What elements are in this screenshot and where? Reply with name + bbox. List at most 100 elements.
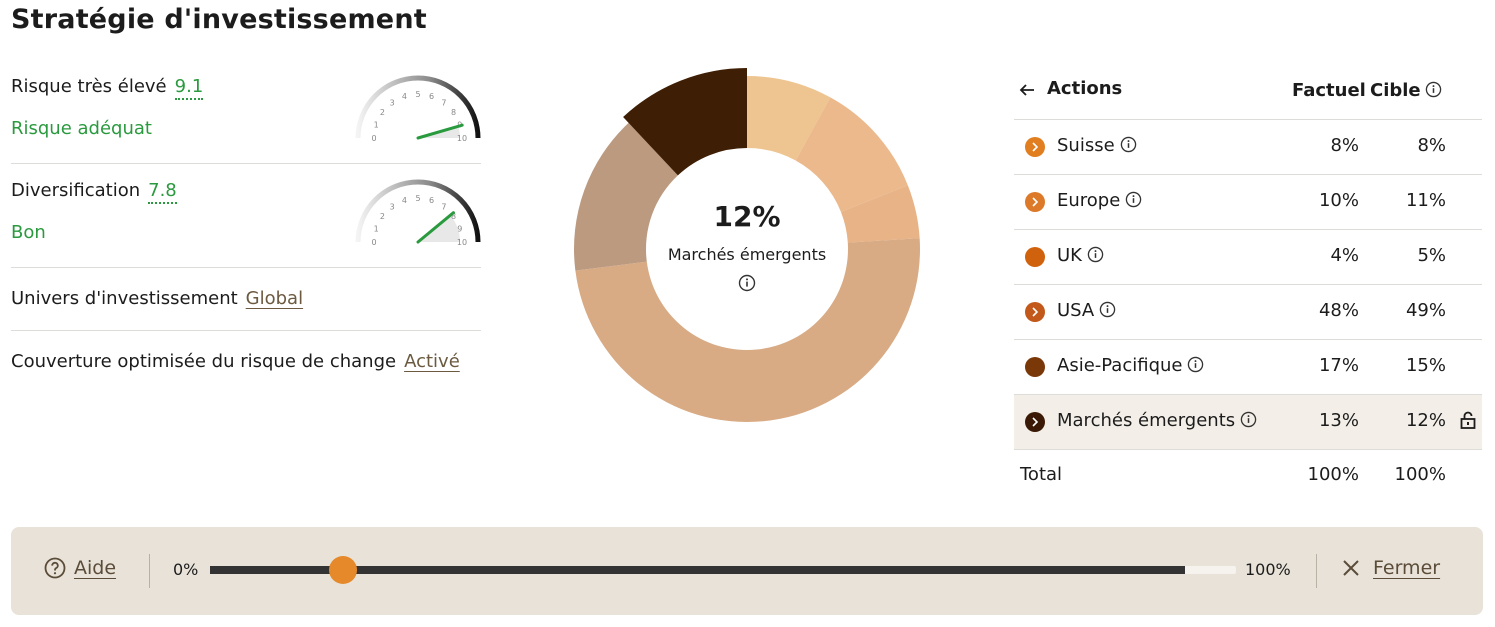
- info-icon[interactable]: [1240, 411, 1257, 428]
- table-header: Actions Factuel Cible: [1014, 68, 1482, 120]
- gauge-tick-label: 10: [457, 134, 467, 143]
- diversification-score[interactable]: 7.8: [148, 180, 177, 204]
- slider-track[interactable]: [210, 566, 1236, 574]
- diversification-label-text: Diversification: [11, 180, 141, 201]
- region-name-text: Asie-Pacifique: [1057, 355, 1183, 376]
- column-target-label: Cible: [1370, 80, 1421, 101]
- table-body: Suisse 8% 8% Europe 10% 11% UK 4% 5% USA 48% 49% Asi…: [1014, 120, 1482, 450]
- page-title: Stratégie d'investissement: [11, 4, 427, 35]
- risk-label-text: Risque très élevé: [11, 76, 167, 97]
- risk-label: Risque très élevé 9.1: [11, 76, 204, 100]
- divider: [1316, 554, 1317, 588]
- gauge-tick-label: 4: [402, 92, 407, 101]
- gauge-tick-label: 1: [374, 224, 379, 233]
- gauge-tick-label: 9: [457, 224, 462, 233]
- target-value[interactable]: 12%: [1406, 410, 1446, 431]
- chevron-right-icon: [1032, 417, 1039, 427]
- hedge-link[interactable]: Activé: [404, 351, 460, 372]
- total-actual: 100%: [1307, 464, 1359, 485]
- region-color-dot: [1025, 357, 1045, 377]
- region-color-dot: [1025, 412, 1045, 432]
- hedge-label-text: Couverture optimisée du risque de change: [11, 351, 397, 372]
- region-name: Europe: [1057, 190, 1142, 211]
- target-value[interactable]: 8%: [1417, 135, 1446, 156]
- info-icon[interactable]: [1425, 81, 1442, 98]
- unlock-icon[interactable]: [1460, 411, 1476, 429]
- risk-assessment: Risque adéquat: [11, 118, 152, 139]
- donut-center-value: 12%: [713, 200, 781, 233]
- info-icon[interactable]: [1187, 356, 1204, 373]
- slider-thumb[interactable]: [329, 556, 358, 584]
- table-total-row: Total 100% 100%: [1014, 450, 1482, 500]
- info-icon[interactable]: [1099, 301, 1116, 318]
- table-row[interactable]: Marchés émergents 13% 12%: [1014, 395, 1482, 450]
- help-button[interactable]: Aide: [44, 557, 116, 579]
- close-icon: [1343, 560, 1359, 576]
- gauge-tick-label: 10: [457, 238, 467, 247]
- info-icon[interactable]: [1125, 191, 1142, 208]
- info-icon[interactable]: [1087, 246, 1104, 263]
- region-name-text: Marchés émergents: [1057, 410, 1236, 431]
- region-name-text: Suisse: [1057, 135, 1115, 156]
- lock-toggle[interactable]: [1460, 411, 1476, 433]
- gauge-tick-label: 7: [441, 98, 446, 107]
- table-row[interactable]: UK 4% 5%: [1014, 230, 1482, 285]
- table-row[interactable]: Suisse 8% 8%: [1014, 120, 1482, 175]
- universe-label-text: Univers d'investissement: [11, 288, 238, 309]
- hedge-setting: Couverture optimisée du risque de change…: [11, 331, 481, 394]
- slider-min-label: 0%: [173, 560, 199, 579]
- risk-score[interactable]: 9.1: [174, 76, 204, 100]
- region-name: UK: [1057, 245, 1104, 266]
- actual-value: 48%: [1318, 300, 1359, 321]
- gauge-tick-label: 8: [451, 108, 456, 117]
- arrow-left-icon[interactable]: [1018, 82, 1036, 102]
- universe-setting: Univers d'investissement Global: [11, 268, 481, 331]
- actual-value: 4%: [1330, 245, 1359, 266]
- gauge-tick-label: 0: [371, 134, 376, 143]
- gauge-tick-label: 0: [371, 238, 376, 247]
- region-color-dot: [1025, 247, 1045, 267]
- slider-max-label: 100%: [1245, 560, 1291, 579]
- help-label: Aide: [74, 557, 117, 579]
- chevron-right-icon: [1032, 142, 1039, 152]
- target-value[interactable]: 11%: [1406, 190, 1446, 211]
- region-name: Marchés émergents: [1057, 410, 1257, 431]
- table-row[interactable]: Asie-Pacifique 17% 15%: [1014, 340, 1482, 395]
- actual-value: 8%: [1330, 135, 1359, 156]
- diversification-label: Diversification 7.8: [11, 180, 177, 204]
- total-label: Total: [1020, 464, 1063, 485]
- target-value[interactable]: 15%: [1406, 355, 1446, 376]
- universe-link[interactable]: Global: [246, 288, 303, 309]
- region-name-text: USA: [1057, 300, 1095, 321]
- table-row[interactable]: Europe 10% 11%: [1014, 175, 1482, 230]
- gauge-tick-label: 6: [429, 92, 434, 101]
- table-row[interactable]: USA 48% 49%: [1014, 285, 1482, 340]
- actual-value: 13%: [1318, 410, 1359, 431]
- gauge-tick-label: 4: [402, 196, 407, 205]
- target-value[interactable]: 5%: [1417, 245, 1446, 266]
- gauge-tick-label: 2: [380, 108, 385, 117]
- close-button[interactable]: Fermer: [1341, 557, 1440, 579]
- info-icon[interactable]: [1120, 136, 1137, 153]
- region-name-text: Europe: [1057, 190, 1121, 211]
- target-value[interactable]: 49%: [1406, 300, 1446, 321]
- column-actual-header: Factuel: [1292, 80, 1366, 101]
- info-icon[interactable]: [738, 274, 756, 296]
- diversification-metric: Diversification 7.8 Bon 0 1 2 3 4 5 6 7 8 9 10: [11, 164, 481, 268]
- help-icon: [44, 557, 66, 579]
- region-name: Suisse: [1057, 135, 1137, 156]
- region-color-dot: [1025, 302, 1045, 322]
- diversification-gauge: 01234 5 678910: [355, 179, 481, 247]
- gauge-tick-label: 1: [374, 120, 379, 129]
- gauge-tick-label: 3: [390, 98, 395, 107]
- column-target-header: Cible: [1370, 80, 1442, 101]
- diversification-assessment: Bon: [11, 222, 46, 243]
- total-target: 100%: [1394, 464, 1446, 485]
- region-name: USA: [1057, 300, 1116, 321]
- risk-gauge: 012345678910: [355, 75, 481, 143]
- region-name: Asie-Pacifique: [1057, 355, 1204, 376]
- allocation-slider-bar: Aide 0% 100% Fermer: [11, 527, 1483, 615]
- gauge-tick-label: 2: [380, 212, 385, 221]
- universe-label: Univers d'investissement Global: [11, 288, 303, 309]
- gauge-tick-label: 5: [415, 90, 420, 99]
